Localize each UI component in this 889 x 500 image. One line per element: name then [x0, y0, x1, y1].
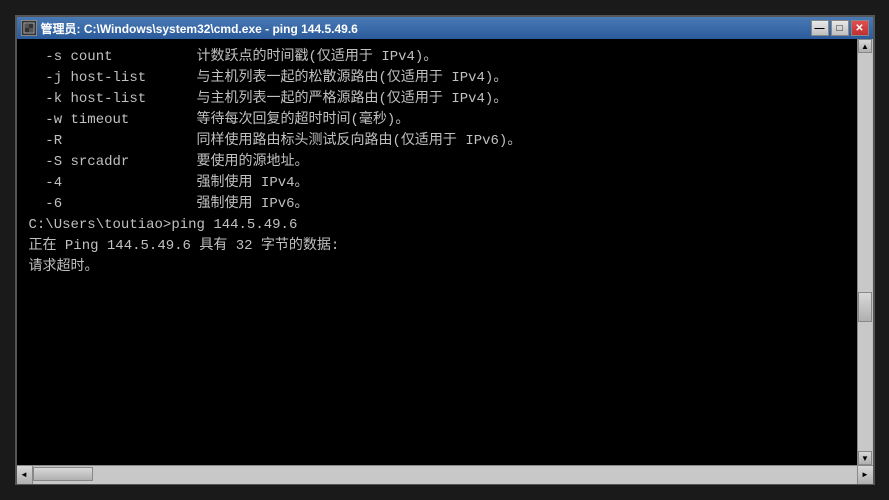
scroll-left-arrow[interactable]: ◄	[17, 466, 33, 484]
console-line: -R 同样使用路由标头测试反向路由(仅适用于 IPv6)。	[29, 131, 853, 152]
console-line: -S srcaddr 要使用的源地址。	[29, 152, 853, 173]
scroll-right-arrow[interactable]: ►	[857, 466, 873, 484]
scroll-down-arrow[interactable]: ▼	[858, 451, 872, 465]
console-line: -6 强制使用 IPv6。	[29, 194, 853, 215]
maximize-button[interactable]: □	[831, 20, 849, 36]
scroll-thumb[interactable]	[858, 292, 872, 322]
window-icon	[21, 20, 37, 36]
horizontal-scroll-track[interactable]	[33, 466, 857, 484]
console-line: -s count 计数跃点的时间戳(仅适用于 IPv4)。	[29, 47, 853, 68]
console-line: -w timeout 等待每次回复的超时时间(毫秒)。	[29, 110, 853, 131]
title-bar: 管理员: C:\Windows\system32\cmd.exe - ping …	[17, 17, 873, 39]
scroll-up-arrow[interactable]: ▲	[858, 39, 872, 53]
console-line: -k host-list 与主机列表一起的严格源路由(仅适用于 IPv4)。	[29, 89, 853, 110]
console-output: -s count 计数跃点的时间戳(仅适用于 IPv4)。 -j host-li…	[17, 39, 873, 465]
console-line: 正在 Ping 144.5.49.6 具有 32 字节的数据:	[29, 236, 853, 257]
scroll-track[interactable]	[858, 53, 872, 451]
horizontal-scrollbar[interactable]: ◄ ►	[17, 465, 873, 483]
vertical-scrollbar[interactable]: ▲ ▼	[857, 39, 873, 465]
title-bar-buttons: — □ ✕	[811, 20, 869, 36]
console-line: -j host-list 与主机列表一起的松散源路由(仅适用于 IPv4)。	[29, 68, 853, 89]
console-line: 请求超时。	[29, 257, 853, 278]
window-title: 管理员: C:\Windows\system32\cmd.exe - ping …	[41, 20, 358, 37]
horizontal-scroll-thumb[interactable]	[33, 467, 93, 481]
close-button[interactable]: ✕	[851, 20, 869, 36]
title-bar-left: 管理员: C:\Windows\system32\cmd.exe - ping …	[21, 20, 358, 37]
console-line: C:\Users\toutiao>ping 144.5.49.6	[29, 215, 853, 236]
cmd-window: 管理员: C:\Windows\system32\cmd.exe - ping …	[15, 15, 875, 485]
minimize-button[interactable]: —	[811, 20, 829, 36]
console-line: -4 强制使用 IPv4。	[29, 173, 853, 194]
